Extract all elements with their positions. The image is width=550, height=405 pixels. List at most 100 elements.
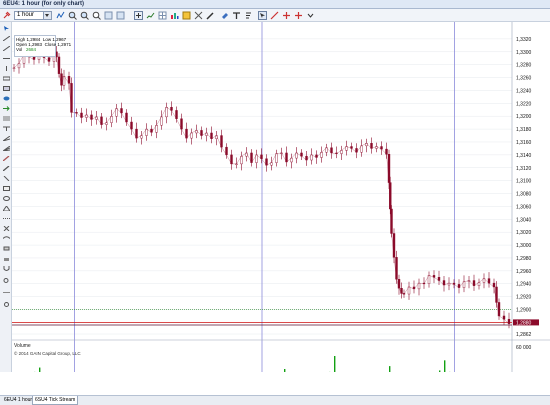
- price-tick-label: 1,2862: [516, 332, 532, 338]
- zoom-fit-icon[interactable]: [92, 11, 101, 20]
- vline-tool-icon[interactable]: [3, 66, 10, 71]
- text-tool-icon[interactable]: [3, 126, 10, 131]
- candle-body: [70, 83, 73, 113]
- price-tick-label: 1,3120: [516, 166, 532, 172]
- cursor-icon[interactable]: [258, 11, 267, 20]
- volume-bar: [39, 367, 41, 382]
- volume-bar: [389, 366, 391, 382]
- rect-tool-icon[interactable]: [3, 86, 10, 91]
- delete-tool-icon[interactable]: [3, 225, 10, 232]
- brush-tool-icon[interactable]: [2, 165, 10, 172]
- candle-body: [397, 279, 401, 289]
- price-tick-label: 1,3260: [516, 76, 532, 82]
- drawing-tools-panel: [0, 22, 12, 372]
- ohlc-info-box: High 1,2984 Low 1,2967 Open 1,2983 Close…: [14, 35, 71, 57]
- candle-body: [392, 233, 396, 258]
- zoom-tool-icon[interactable]: [3, 278, 10, 283]
- zoom-out-icon[interactable]: [80, 11, 89, 20]
- indicators-icon[interactable]: [146, 11, 155, 20]
- horizontal-line-icon[interactable]: [294, 11, 303, 20]
- box-tool-icon[interactable]: [3, 186, 10, 191]
- arrow-tool-icon[interactable]: [3, 106, 10, 111]
- dropdown-icon[interactable]: [306, 11, 315, 20]
- grid-icon[interactable]: [158, 11, 167, 20]
- price-tick-label: 1,3300: [516, 50, 532, 56]
- magnet-tool-icon[interactable]: [3, 266, 10, 271]
- price-tick-label: 1,3240: [516, 88, 532, 94]
- close-value: 1,2971: [57, 42, 72, 47]
- chart-tabs: 6EU4 1 hour 6SU4 Tick Stream: [0, 395, 550, 405]
- color-icon[interactable]: [182, 11, 191, 20]
- settings-tool-icon[interactable]: [3, 302, 10, 307]
- volume-bar: [334, 356, 336, 382]
- hide-tool-icon[interactable]: [3, 290, 10, 295]
- eraser-tool-icon[interactable]: [3, 246, 10, 251]
- price-tick-label: 1,3000: [516, 243, 532, 249]
- price-tick-label: 1,3280: [516, 63, 532, 69]
- ellipse-tool-icon[interactable]: [3, 96, 10, 101]
- price-tick-label: 1,3220: [516, 101, 532, 107]
- volume-bar: [284, 369, 286, 382]
- scroll-left-icon[interactable]: [104, 11, 113, 20]
- bar-chart-icon[interactable]: [170, 11, 179, 20]
- paint-icon[interactable]: [220, 11, 229, 20]
- window-title: 6EU4: 1 hour (for only chart): [3, 1, 85, 7]
- volume-tick-label: 60 000: [516, 345, 532, 351]
- price-tick-label: 1,3200: [516, 114, 532, 120]
- crosshair-icon[interactable]: [282, 11, 291, 20]
- copyright-text: © 2014 GAIN Capital Group, LLC: [14, 350, 81, 356]
- candles-group: [12, 45, 511, 329]
- candle-body: [57, 56, 61, 74]
- candle-body: [497, 302, 501, 317]
- ray-tool-icon[interactable]: [2, 45, 11, 52]
- chevron-down-icon[interactable]: [43, 12, 51, 19]
- line-tool-icon[interactable]: [2, 35, 11, 42]
- draw-icon[interactable]: [206, 11, 215, 20]
- price-tick-label: 1,3020: [516, 230, 532, 236]
- scissors-icon[interactable]: [194, 11, 203, 20]
- marker-tool-icon[interactable]: [3, 175, 10, 182]
- volume-bar: [444, 360, 446, 382]
- price-chart[interactable]: 1,3320 1,3300 1,3280 1,3260 1,3240 1,3220 1,32…: [12, 22, 550, 403]
- pencil-tool-icon[interactable]: [2, 155, 10, 162]
- period-select[interactable]: 1 hour: [14, 11, 52, 20]
- hline-tool-icon[interactable]: [3, 56, 10, 61]
- volume-bar: [439, 370, 441, 382]
- pin-icon[interactable]: [2, 11, 11, 20]
- pointer-tool-icon[interactable]: [3, 26, 10, 31]
- candle-body: [495, 286, 498, 303]
- sort-icon[interactable]: [244, 11, 253, 20]
- volume-panel-label: Volume: [14, 343, 31, 349]
- price-tick-label: 1,2900: [516, 308, 532, 314]
- price-tick-label: 1,3180: [516, 127, 532, 133]
- trendline-icon[interactable]: [270, 11, 279, 20]
- circle-tool-icon[interactable]: [3, 196, 10, 201]
- price-path-line: [13, 51, 510, 324]
- channel-tool-icon[interactable]: [2, 76, 11, 81]
- gann-tool-icon[interactable]: [2, 135, 11, 142]
- candle-body: [12, 67, 16, 69]
- price-tick-label: 1,3040: [516, 217, 532, 223]
- toolbar: 1 hour: [0, 9, 550, 22]
- scroll-right-icon[interactable]: [116, 11, 125, 20]
- price-tick-label: 1,3140: [516, 153, 532, 159]
- tab-6su4-tick-stream[interactable]: 6SU4 Tick Stream: [32, 396, 79, 405]
- cycle-tool-icon[interactable]: [2, 236, 11, 241]
- price-tick-label: 1,2980: [516, 256, 532, 262]
- lock-tool-icon[interactable]: [3, 256, 10, 261]
- text-icon[interactable]: [232, 11, 241, 20]
- pitchfork-tool-icon[interactable]: [2, 145, 11, 152]
- fibo-tool-icon[interactable]: [3, 116, 10, 122]
- price-tick-label: 1,3080: [516, 192, 532, 198]
- price-tick-label: 1,3060: [516, 204, 532, 210]
- chart-type-icon[interactable]: [56, 11, 65, 20]
- measure-tool-icon[interactable]: [3, 216, 10, 221]
- triangle-tool-icon[interactable]: [2, 205, 11, 212]
- crosshair-toggle-icon[interactable]: [134, 11, 143, 20]
- zoom-in-icon[interactable]: [68, 11, 77, 20]
- tab-6eu4-1-hour[interactable]: 6EU4 1 hour: [2, 396, 34, 405]
- vol-label: Vol: [16, 47, 23, 52]
- candle-body: [400, 288, 403, 294]
- chart-area[interactable]: 1,3320 1,3300 1,3280 1,3260 1,3240 1,3220 1,32…: [12, 22, 550, 403]
- price-tick-label: 1,2940: [516, 282, 532, 288]
